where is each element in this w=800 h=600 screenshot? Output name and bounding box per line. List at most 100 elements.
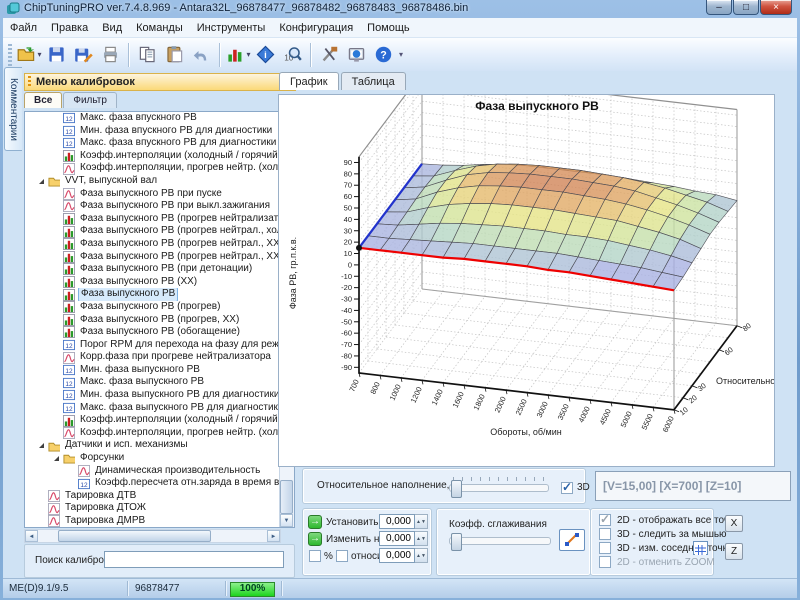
tab-all[interactable]: Все: [24, 92, 62, 108]
tree-item[interactable]: Коэфф.интерполяции, прогрев нейтр. (холо…: [25, 427, 281, 440]
checkbox-relative[interactable]: [336, 550, 348, 562]
apply-smoothing-button[interactable]: [559, 529, 585, 551]
tree-folder[interactable]: Датчики и исп. механизмы: [25, 439, 281, 452]
help-button[interactable]: ?: [370, 41, 397, 68]
tree-item[interactable]: 12Макс. фаза выпускного РВ: [25, 376, 281, 389]
print-button[interactable]: [97, 41, 124, 68]
tree-item[interactable]: Фаза выпускного РВ (при детонации): [25, 263, 281, 276]
tree-item[interactable]: Фаза выпускного РВ (прогрев): [25, 301, 281, 314]
tree-item[interactable]: 12Коэфф.пересчета отн.заряда в время впр…: [25, 477, 281, 490]
scroll-down-icon[interactable]: ▼: [280, 514, 293, 527]
tree-item[interactable]: 12Макс. фаза впускного РВ: [25, 112, 281, 125]
z-axis-button[interactable]: Z: [725, 543, 743, 560]
maximize-button[interactable]: □: [733, 0, 759, 15]
close-button[interactable]: ×: [760, 0, 792, 15]
minimize-button[interactable]: –: [706, 0, 732, 15]
title-bar[interactable]: ChipTuningPRO ver.7.4.8.969 - Antara32L_…: [0, 0, 800, 18]
tree-item[interactable]: Тарировка ДТВ: [25, 490, 281, 503]
view-option-checkbox[interactable]: [599, 528, 611, 540]
undo-button[interactable]: [188, 41, 215, 68]
tree-folder[interactable]: Форсунки: [25, 452, 281, 465]
neighbor-points-grid-icon[interactable]: [693, 541, 708, 555]
scroll-right-icon[interactable]: ►: [267, 530, 280, 542]
checkbox-3d[interactable]: [561, 482, 573, 494]
view-option-checkbox[interactable]: [599, 542, 611, 554]
tree-folder[interactable]: VVT, выпускной вал: [25, 175, 281, 188]
smoothing-slider[interactable]: [449, 537, 551, 545]
tree-item[interactable]: Коэфф.интерполяции (холодный / горячий ): [25, 414, 281, 427]
tree-item[interactable]: Коэфф.интерполяции, прогрев нейтр. (холо…: [25, 162, 281, 175]
comments-side-tab[interactable]: Комментарии: [4, 67, 22, 151]
apply-change-icon[interactable]: →: [308, 532, 322, 546]
tree-item[interactable]: 12Порог RPM для перехода на фазу для реж…: [25, 339, 281, 352]
expander-icon[interactable]: [37, 441, 46, 450]
toolbar-overflow-icon[interactable]: ▾: [399, 50, 403, 59]
scroll-left-icon[interactable]: ◄: [25, 530, 38, 542]
menu-item-4[interactable]: Инструменты: [190, 20, 273, 36]
paste-button[interactable]: [161, 41, 188, 68]
tree-item[interactable]: Коэфф.интерполяции (холодный / горячий ): [25, 150, 281, 163]
relative-value-spinner[interactable]: 0,000▲▼: [379, 548, 428, 563]
apply-set-icon[interactable]: →: [308, 515, 322, 529]
tools-button[interactable]: [316, 41, 343, 68]
copy-button[interactable]: [134, 41, 161, 68]
tree-item[interactable]: Фаза выпускного РВ (прогрев, ХХ): [25, 314, 281, 327]
tree-item[interactable]: Фаза выпускного РВ (прогрев нейтрал., ХХ…: [25, 238, 281, 251]
tab-graph[interactable]: График: [279, 72, 339, 90]
slider-thumb[interactable]: [451, 533, 462, 551]
chart-button[interactable]: ▾: [225, 41, 252, 68]
save-as-button[interactable]: [70, 41, 97, 68]
tree-item[interactable]: Тарировка ДТОЖ: [25, 502, 281, 515]
spinner-arrows-icon[interactable]: ▲▼: [415, 548, 428, 563]
scrollbar-thumb[interactable]: [280, 480, 293, 514]
tree-item[interactable]: 12Мин. фаза выпускного РВ: [25, 364, 281, 377]
tree-item[interactable]: Корр.фаза при прогреве нейтрализатора: [25, 351, 281, 364]
tree-horizontal-scrollbar[interactable]: ◄ ►: [24, 529, 281, 543]
info-button[interactable]: i: [252, 41, 279, 68]
menu-item-5[interactable]: Конфигурация: [272, 20, 360, 36]
connect-button[interactable]: [343, 41, 370, 68]
spinner-arrows-icon[interactable]: ▲▼: [415, 514, 428, 529]
slider-thumb[interactable]: [451, 480, 462, 498]
tree-item[interactable]: Фаза выпускного РВ (прогрев нейтрализато…: [25, 213, 281, 226]
menu-item-2[interactable]: Вид: [95, 20, 129, 36]
expander-icon[interactable]: [37, 177, 46, 186]
tree-item[interactable]: Динамическая производительность: [25, 465, 281, 478]
tab-filter[interactable]: Фильтр: [63, 92, 117, 108]
x-axis-button[interactable]: X: [725, 515, 743, 532]
tree-item[interactable]: 12Макс. фаза впускного РВ для диагностик…: [25, 137, 281, 150]
tree-item[interactable]: Фаза выпускного РВ при пуске: [25, 188, 281, 201]
open-file-button[interactable]: ▾: [16, 41, 43, 68]
save-button[interactable]: [43, 41, 70, 68]
menu-item-6[interactable]: Помощь: [360, 20, 417, 36]
view-option-checkbox[interactable]: [599, 514, 611, 526]
search-values-button[interactable]: 10: [279, 41, 306, 68]
tree-item[interactable]: Фаза выпускного РВ: [25, 288, 281, 301]
expander-icon[interactable]: [52, 454, 61, 463]
change-value-spinner[interactable]: 0,000▲▼: [379, 531, 428, 546]
set-value-spinner[interactable]: 0,000▲▼: [379, 514, 428, 529]
cursor-readout-field[interactable]: [V=15,00] [X=700] [Z=10]: [595, 471, 791, 501]
menu-item-3[interactable]: Команды: [129, 20, 190, 36]
toolbar-grip[interactable]: [8, 44, 12, 66]
tree-item[interactable]: 12Мин. фаза выпускного РВ для диагностик…: [25, 389, 281, 402]
tree-item[interactable]: Фаза выпускного РВ (ХХ): [25, 276, 281, 289]
tree-item[interactable]: Фаза выпускного РВ при выкл.зажигания: [25, 200, 281, 213]
tree-item[interactable]: Фаза выпускного РВ (прогрев нейтрал., хо…: [25, 225, 281, 238]
tree-item[interactable]: Фаза выпускного РВ (прогрев нейтрал., ХХ…: [25, 251, 281, 264]
spinner-arrows-icon[interactable]: ▲▼: [415, 531, 428, 546]
menu-item-1[interactable]: Правка: [44, 20, 95, 36]
svg-text:10: 10: [344, 249, 352, 258]
surface-chart[interactable]: -90-80-70-60-50-40-30-20-100102030405060…: [279, 95, 774, 466]
scrollbar-thumb[interactable]: [58, 530, 211, 542]
tree-item[interactable]: 12Мин. фаза впускного РВ для диагностики: [25, 125, 281, 138]
tab-table[interactable]: Таблица: [341, 72, 406, 90]
checkbox-percent[interactable]: [309, 550, 321, 562]
search-input[interactable]: [104, 551, 284, 568]
load-slider[interactable]: [449, 484, 549, 492]
tree-item[interactable]: 12Макс. фаза выпускного РВ для диагности…: [25, 402, 281, 415]
tree-item[interactable]: Тарировка ДМРВ: [25, 515, 281, 527]
tree-item[interactable]: Фаза выпускного РВ (обогащение): [25, 326, 281, 339]
menu-item-0[interactable]: Файл: [3, 20, 44, 36]
panel-grip[interactable]: [28, 76, 31, 88]
